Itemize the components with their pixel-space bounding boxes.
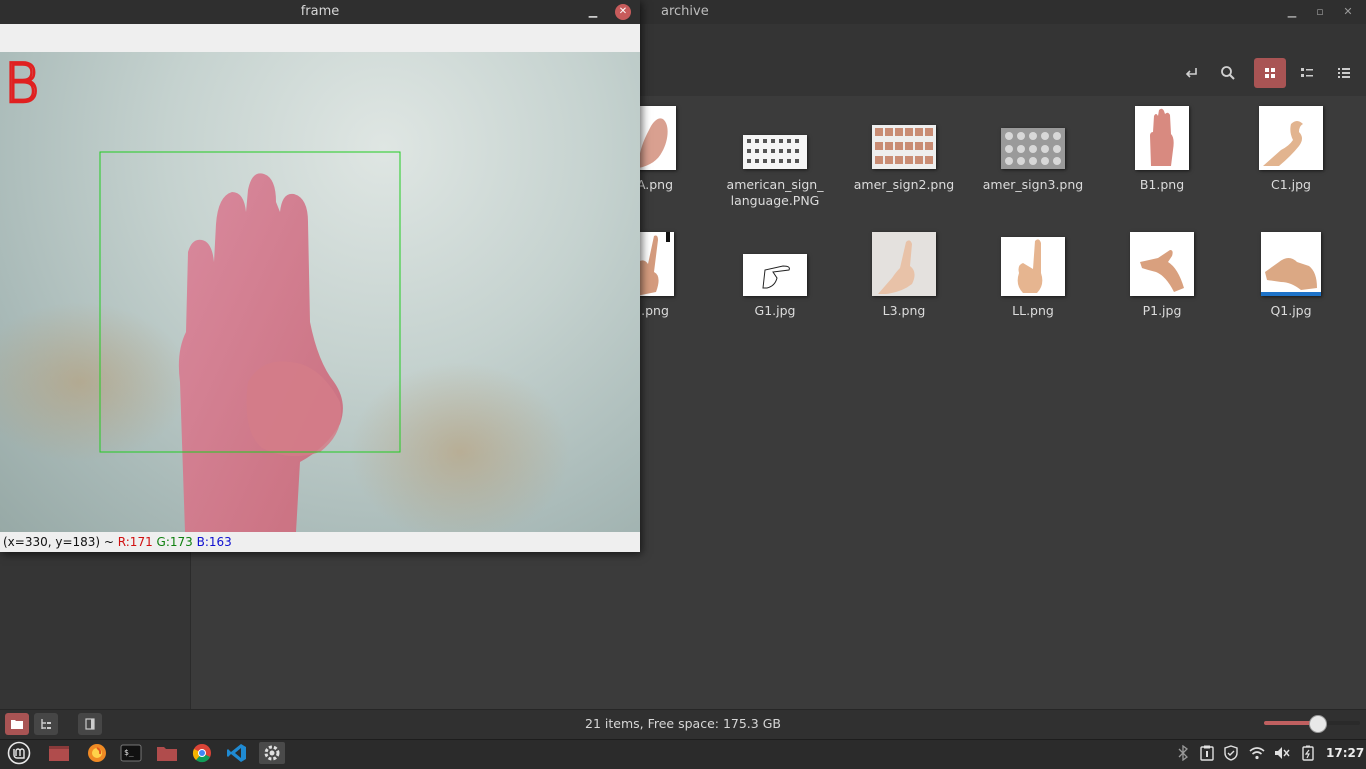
volume-muted-icon [1275, 747, 1290, 759]
file-name[interactable]: G1.jpg [715, 303, 835, 319]
battery-icon [1302, 745, 1314, 761]
compact-view-button[interactable] [1291, 58, 1323, 88]
zoom-slider-handle[interactable] [1308, 715, 1327, 733]
file-name[interactable]: LL.png [973, 303, 1093, 319]
pixel-info-status: (x=330, y=183) ~ R:171 G:173 B:163 [0, 532, 640, 552]
frame-toolbar [0, 24, 640, 52]
file-thumbnail[interactable] [636, 232, 674, 296]
close-button[interactable]: ✕ [1340, 4, 1356, 20]
search-icon [1221, 66, 1235, 80]
vscode-icon [227, 744, 246, 762]
python-app-button[interactable] [259, 742, 285, 764]
frame-minimize-button[interactable]: ▁ [585, 4, 601, 20]
mint-menu-button[interactable] [6, 741, 32, 765]
pixel-green-value: G:173 [156, 535, 193, 549]
icon-view-icon [1265, 68, 1275, 78]
show-desktop-button[interactable] [46, 742, 72, 764]
open-terminal-button[interactable] [1175, 58, 1207, 88]
pixel-blue-value: B:163 [196, 535, 232, 549]
frame-window: frame ▁ ✕ B (x=330, y=183) ~ R:171 G:173… [0, 0, 640, 552]
pixel-red-value: R:171 [117, 535, 153, 549]
clipboard-icon [1200, 745, 1214, 761]
vscode-button[interactable] [224, 742, 250, 764]
icon-view-button[interactable] [1254, 58, 1286, 88]
terminal-button[interactable]: $_ [118, 742, 144, 764]
file-name[interactable]: C1.jpg [1231, 177, 1351, 193]
volume-tray[interactable] [1274, 745, 1290, 761]
file-name[interactable]: Q1.jpg [1231, 303, 1351, 319]
file-thumbnail[interactable] [1001, 128, 1065, 169]
list-view-icon [1338, 68, 1350, 78]
file-name[interactable]: amer_sign2.png [844, 177, 964, 193]
chrome-button[interactable] [189, 742, 215, 764]
file-manager-title: archive [661, 4, 709, 19]
shield-tray[interactable] [1223, 745, 1239, 761]
compact-view-icon [1301, 68, 1313, 77]
python-app-icon [264, 745, 280, 761]
file-thumbnail[interactable] [1261, 232, 1321, 296]
file-name[interactable]: amer_sign3.png [973, 177, 1093, 193]
status-text: 21 items, Free space: 175.3 GB [585, 716, 781, 731]
file-name[interactable]: american_sign_ language.PNG [715, 177, 835, 209]
search-button[interactable] [1212, 58, 1244, 88]
file-thumbnail[interactable] [743, 135, 807, 169]
minimize-button[interactable]: ▁ [1284, 4, 1300, 20]
mint-menu-icon [7, 741, 31, 765]
file-thumbnail[interactable] [636, 106, 676, 170]
show-desktop-icon [49, 746, 69, 761]
file-thumbnail[interactable] [872, 232, 936, 296]
zoom-slider[interactable] [1264, 715, 1360, 733]
file-name[interactable]: P1.jpg [1102, 303, 1222, 319]
shield-icon [1224, 745, 1238, 761]
wifi-tray[interactable] [1249, 745, 1265, 761]
frame-title: frame [300, 4, 340, 19]
maximize-button[interactable]: ▫ [1312, 4, 1328, 20]
file-thumbnail[interactable] [1130, 232, 1194, 296]
bluetooth-tray[interactable] [1175, 745, 1191, 761]
file-name[interactable]: L3.png [844, 303, 964, 319]
firefox-icon [88, 744, 106, 762]
chrome-icon [192, 744, 211, 763]
list-view-button[interactable] [1328, 58, 1360, 88]
wifi-icon [1249, 747, 1265, 760]
file-thumbnail[interactable] [1001, 237, 1065, 296]
files-button[interactable] [154, 742, 180, 764]
file-thumbnail[interactable] [1135, 106, 1189, 170]
terminal-icon: $_ [120, 744, 142, 762]
firefox-button[interactable] [84, 742, 110, 764]
file-thumbnail[interactable] [1259, 106, 1323, 170]
files-icon [157, 747, 177, 761]
svg-text:$_: $_ [124, 748, 134, 757]
file-name[interactable]: B1.png [1102, 177, 1222, 193]
frame-close-button[interactable]: ✕ [615, 4, 631, 20]
file-thumbnail[interactable] [743, 254, 807, 296]
camera-frame: B [0, 52, 640, 532]
clipboard-tray[interactable] [1199, 745, 1215, 761]
bluetooth-icon [1178, 745, 1188, 761]
pixel-coords: (x=330, y=183) ~ [3, 535, 118, 549]
battery-tray[interactable] [1300, 745, 1316, 761]
camera-image: B [0, 52, 570, 532]
file-thumbnail[interactable] [872, 125, 936, 169]
predicted-letter: B [4, 52, 39, 115]
open-terminal-icon [1185, 68, 1197, 78]
clock[interactable]: 17:27 [1326, 746, 1364, 760]
